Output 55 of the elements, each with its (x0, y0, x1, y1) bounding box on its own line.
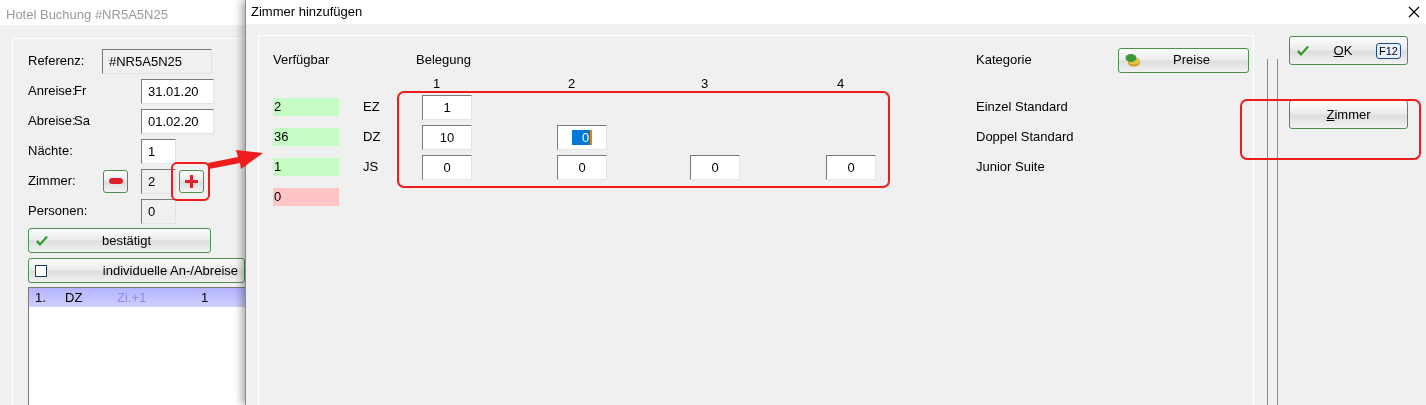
availability-cell: 36 (273, 128, 339, 146)
field-label: Zimmer: (28, 172, 77, 191)
room-type-code: EZ (363, 98, 381, 117)
column-number: 1 (432, 74, 442, 93)
column-heading: Belegung (416, 51, 472, 70)
input-field[interactable]: 2 (141, 168, 176, 194)
field-label: Referenz: (28, 52, 86, 71)
input-field[interactable]: 1 (141, 138, 176, 164)
field-label: Abreise: (28, 112, 74, 131)
count-field[interactable]: 0 (557, 154, 607, 180)
ok-button[interactable]: OK F12 (1289, 36, 1408, 65)
room-type-code: JS (363, 158, 380, 177)
column-heading: Kategorie (976, 51, 1033, 70)
column-number: 4 (836, 74, 846, 93)
column-number: 2 (567, 74, 577, 93)
decrement-button[interactable] (103, 169, 128, 193)
count-field[interactable]: 1 (422, 94, 472, 120)
window-title: Hotel Buchung #NR5A5N25 (6, 7, 168, 22)
increment-button[interactable] (179, 169, 204, 193)
column-number: 3 (700, 74, 710, 93)
category-name: Doppel Standard (976, 128, 1075, 147)
category-name: Junior Suite (976, 158, 1046, 177)
date-field[interactable]: 31.01.20 (141, 78, 214, 104)
column-heading: Verfügbar (273, 51, 331, 70)
close-icon[interactable] (1408, 6, 1420, 18)
input-field[interactable]: 0 (141, 198, 176, 224)
field-label: Nächte: (28, 142, 74, 161)
date-field[interactable]: 01.02.20 (141, 108, 214, 134)
availability-cell: 2 (273, 98, 339, 116)
input-field[interactable]: #NR5A5N25 (102, 48, 212, 74)
count-field[interactable]: 10 (422, 124, 472, 150)
count-field[interactable]: 0 (557, 124, 607, 150)
coins-icon (1125, 53, 1141, 67)
check-icon (35, 234, 49, 247)
rooms-button[interactable]: Zimmer (1289, 100, 1408, 129)
category-name: Einzel Standard (976, 98, 1069, 117)
list-row[interactable]: 1. DZ Zi.+1 1 (29, 288, 245, 307)
availability-cell: 1 (273, 158, 339, 176)
count-field[interactable]: 0 (826, 154, 876, 180)
toggle-button[interactable]: individuelle An-/Abreise (28, 258, 245, 283)
count-field[interactable]: 0 (690, 154, 740, 180)
window-title: Zimmer hinzufügen (251, 3, 363, 22)
weekday-label: Sa (74, 112, 91, 131)
field-label: Personen: (28, 202, 89, 221)
field-label: Anreise: (28, 82, 74, 101)
prices-button[interactable]: Preise (1118, 47, 1249, 73)
confirm-button[interactable]: bestätigt (28, 228, 211, 253)
check-icon (1296, 44, 1310, 57)
highlight-frame (171, 162, 210, 201)
count-field[interactable]: 0 (422, 154, 472, 180)
weekday-label: Fr (74, 82, 88, 101)
room-type-code: DZ (363, 128, 382, 147)
minus-icon (108, 178, 123, 184)
plus-icon (185, 174, 198, 188)
availability-cell: 0 (273, 188, 339, 206)
